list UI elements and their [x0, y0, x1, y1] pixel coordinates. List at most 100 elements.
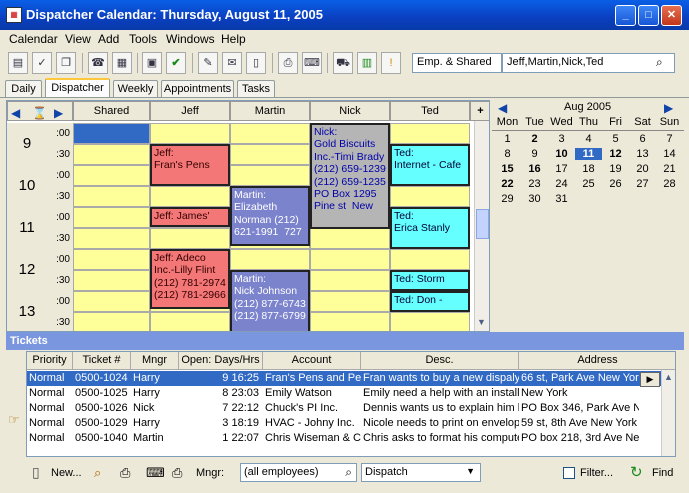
calendar-day[interactable]: 13	[629, 148, 656, 160]
calendar-day[interactable]: 20	[629, 163, 656, 175]
time-slot[interactable]	[73, 165, 150, 186]
time-slot[interactable]	[150, 186, 230, 207]
new-document-icon[interactable]: ▯	[32, 464, 40, 481]
calendar-day[interactable]: 24	[548, 178, 575, 190]
scroll-down-icon[interactable]: ▼	[477, 317, 486, 327]
preview-icon[interactable]: ⌕	[94, 465, 101, 481]
time-slot[interactable]	[390, 312, 470, 331]
event-martin-nick-johnson[interactable]: Martin: Nick Johnson (212) 877-6743 (212…	[230, 270, 310, 331]
scroll-up-icon[interactable]: ▲	[664, 372, 673, 382]
truck-icon[interactable]: ⛟	[333, 52, 353, 74]
time-slot[interactable]	[310, 228, 390, 249]
filter-checkbox[interactable]	[563, 467, 575, 479]
ticket-row[interactable]: Normal 0500-1040 Martin 1 22:07 Chris Wisema…	[27, 431, 675, 446]
maximize-button[interactable]: □	[638, 5, 659, 26]
column-header-account[interactable]: Account	[263, 352, 361, 370]
column-header-address[interactable]: Address	[519, 352, 675, 370]
column-header-jeff[interactable]: Jeff	[150, 101, 230, 121]
time-slot[interactable]	[390, 186, 470, 207]
prev-month-icon[interactable]: ◀	[498, 101, 507, 115]
alert-icon[interactable]: !	[381, 52, 401, 74]
ticket-row[interactable]: Normal 0500-1026 Nick 7 22:12 Chuck's PI Inc…	[27, 401, 675, 416]
timer-icon[interactable]: ⌛	[32, 104, 47, 122]
books-icon[interactable]: ▥	[357, 52, 377, 74]
phone-list-icon[interactable]: ☎	[88, 52, 108, 74]
time-slot[interactable]	[230, 249, 310, 270]
calendar-day[interactable]: 21	[656, 163, 683, 175]
menu-windows[interactable]: Windows	[166, 32, 215, 46]
time-slot[interactable]	[73, 228, 150, 249]
fax-icon[interactable]: ⌨	[146, 465, 165, 481]
menu-view[interactable]: View	[65, 32, 91, 46]
search-icon[interactable]: ⌕	[345, 465, 352, 480]
menu-add[interactable]: Add	[98, 32, 119, 46]
minimize-button[interactable]: _	[615, 5, 636, 26]
menu-tools[interactable]: Tools	[129, 32, 157, 46]
time-slot[interactable]	[230, 165, 310, 186]
event-ted-don[interactable]: Ted: Don -	[390, 291, 470, 312]
event-jeff-frans-pens[interactable]: Jeff: Fran's Pens	[150, 144, 230, 186]
calendar-day[interactable]: 26	[602, 178, 629, 190]
calendar-day[interactable]: 7	[656, 133, 683, 145]
calendar-day[interactable]: 19	[602, 163, 629, 175]
calendar-day[interactable]: 4	[575, 133, 602, 145]
calendar-day[interactable]: 17	[548, 163, 575, 175]
time-slot[interactable]	[150, 228, 230, 249]
time-slot[interactable]	[310, 270, 390, 291]
column-header-mngr[interactable]: Mngr	[131, 352, 179, 370]
calendar-day[interactable]: 10	[548, 148, 575, 160]
schedule-scrollbar[interactable]: ▼	[474, 121, 489, 331]
find-icon[interactable]: ↻	[630, 463, 643, 481]
new-button[interactable]: New...	[51, 467, 82, 479]
tab-daily[interactable]: Daily	[5, 80, 42, 98]
calendar-day[interactable]: 29	[494, 193, 521, 205]
ticket-row[interactable]: Normal 0500-1024 Harry 9 16:25 Fran's Pens a…	[27, 371, 675, 386]
time-slot[interactable]	[230, 144, 310, 165]
event-jeff-adeco[interactable]: Jeff: Adeco Inc.-Lilly Flint (212) 781-2…	[150, 249, 230, 309]
calendar-day[interactable]: 1	[494, 133, 521, 145]
column-header-desc[interactable]: Desc.	[361, 352, 519, 370]
column-header-shared[interactable]: Shared	[73, 101, 150, 121]
calendar-day[interactable]: 9	[521, 148, 548, 160]
employee-mode-select[interactable]: Emp. & Shared	[412, 53, 502, 73]
checkmark-icon[interactable]: ✔	[166, 52, 186, 74]
event-nick-gold-biscuits[interactable]: Nick: Gold Biscuits Inc.-Timi Brady (212…	[310, 123, 390, 229]
tab-appointments[interactable]: Appointments	[161, 80, 234, 98]
view-select[interactable]: Dispatch ▼	[361, 463, 481, 482]
calendar-day[interactable]: 6	[629, 133, 656, 145]
time-slot[interactable]	[73, 123, 150, 144]
calendar-day[interactable]: 30	[521, 193, 548, 205]
tickets-scrollbar[interactable]: ▲	[661, 370, 675, 456]
expand-arrow-icon[interactable]: ▶	[640, 372, 660, 387]
calendar-day[interactable]: 16	[521, 163, 548, 175]
column-header-nick[interactable]: Nick	[310, 101, 390, 121]
calendar-icon[interactable]: ▤	[8, 52, 28, 74]
column-header-martin[interactable]: Martin	[230, 101, 310, 121]
time-slot[interactable]	[310, 291, 390, 312]
menu-calendar[interactable]: Calendar	[9, 32, 58, 46]
time-slot[interactable]	[73, 207, 150, 228]
calendar-day[interactable]: 28	[656, 178, 683, 190]
tab-dispatcher[interactable]: Dispatcher	[45, 78, 110, 98]
time-slot[interactable]	[73, 291, 150, 312]
event-martin-elizabeth[interactable]: Martin: Elizabeth Norman (212) 621-1991 …	[230, 186, 310, 246]
time-slot[interactable]	[73, 270, 150, 291]
calendar-day[interactable]: 15	[494, 163, 521, 175]
print-icon[interactable]: ⎙	[278, 52, 298, 74]
manager-filter-input[interactable]: (all employees) ⌕	[240, 463, 357, 482]
event-ted-storm[interactable]: Ted: Storm	[390, 270, 470, 291]
event-ted-erica-stanly[interactable]: Ted: Erica Stanly	[390, 207, 470, 249]
time-slot[interactable]	[310, 312, 390, 331]
event-jeff-james[interactable]: Jeff: James'	[150, 207, 230, 227]
calendar-day[interactable]: 18	[575, 163, 602, 175]
column-header-ticket[interactable]: Ticket #	[73, 352, 131, 370]
picture-icon[interactable]: ▣	[142, 52, 162, 74]
menu-help[interactable]: Help	[221, 32, 246, 46]
printer-icon[interactable]: ⎙	[120, 465, 130, 481]
calendar-day[interactable]: 8	[494, 148, 521, 160]
calendar-day[interactable]: 3	[548, 133, 575, 145]
calendar-day[interactable]: 5	[602, 133, 629, 145]
arrow-left-icon[interactable]: ◀	[11, 104, 20, 122]
grid-icon[interactable]: ▦	[112, 52, 132, 74]
search-icon[interactable]: ⌕	[656, 55, 663, 70]
